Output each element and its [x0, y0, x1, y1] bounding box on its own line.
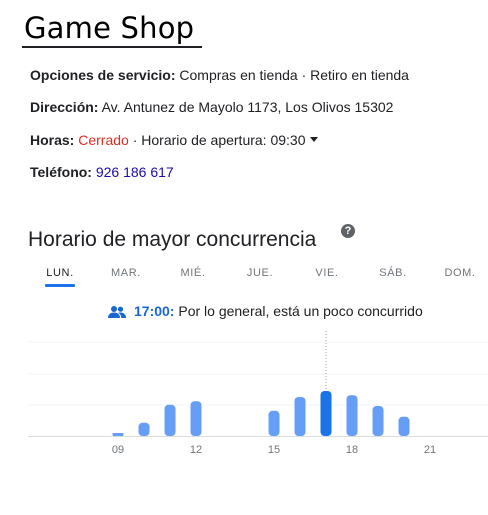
tab-viernes[interactable]: VIE. — [315, 267, 338, 279]
title-underline — [22, 46, 202, 48]
bar-19 — [372, 406, 384, 436]
service-options-label: Opciones de servicio: — [30, 67, 176, 83]
business-title: Game Shop — [24, 11, 195, 45]
people-icon — [108, 306, 126, 318]
hours-opening: · Horario de apertura: 09:30 — [128, 132, 306, 148]
bar-18 — [346, 395, 358, 436]
service-options-value: Compras en tienda · Retiro en tienda — [179, 67, 409, 83]
address-label: Dirección: — [30, 99, 99, 115]
tab-lunes[interactable]: LUN. — [46, 267, 73, 279]
bar-17 — [320, 391, 332, 436]
tick-label-15: 15 — [268, 444, 280, 456]
tick-label-12: 12 — [190, 444, 202, 456]
hours-status: Cerrado — [78, 132, 129, 148]
tab-martes[interactable]: MAR. — [111, 267, 141, 279]
help-icon[interactable]: ? — [341, 224, 355, 238]
bar-11 — [164, 404, 176, 436]
service-options-row: Opciones de servicio: Compras en tienda … — [30, 65, 409, 85]
bar-09 — [112, 433, 124, 436]
hours-label: Horas: — [30, 132, 75, 148]
tab-miercoles[interactable]: MIÉ. — [180, 267, 205, 279]
popular-times-chart: 09 12 15 18 21 — [28, 330, 488, 456]
hours-row[interactable]: Horas: Cerrado · Horario de apertura: 09… — [30, 130, 318, 150]
live-busyness: 17:00: Por lo general, está un poco conc… — [108, 303, 423, 319]
bar-20 — [398, 416, 410, 436]
tab-jueves[interactable]: JUE. — [247, 267, 273, 279]
bar-16 — [294, 397, 306, 436]
bar-12 — [190, 401, 202, 436]
tab-domingo[interactable]: DOM. — [444, 267, 475, 279]
bar-10 — [138, 422, 150, 436]
phone-link[interactable]: 926 186 617 — [96, 164, 174, 180]
active-tab-indicator — [45, 284, 75, 287]
live-description: Por lo general, está un poco concurrido — [174, 303, 423, 319]
bar-15 — [268, 410, 280, 436]
address-value[interactable]: Av. Antunez de Mayolo 1173, Los Olivos 1… — [102, 99, 394, 115]
tick-label-21: 21 — [424, 444, 436, 456]
tick-label-09: 09 — [112, 444, 124, 456]
chevron-down-icon[interactable] — [309, 137, 318, 142]
phone-row: Teléfono: 926 186 617 — [30, 162, 174, 182]
live-time: 17:00: — [134, 303, 175, 319]
phone-label: Teléfono: — [30, 164, 92, 180]
tab-sabado[interactable]: SÁB. — [379, 267, 406, 279]
tick-label-18: 18 — [346, 444, 358, 456]
address-row: Dirección: Av. Antunez de Mayolo 1173, L… — [30, 97, 393, 117]
day-tabs: LUN. MAR. MIÉ. JUE. VIE. SÁB. DOM. — [28, 267, 488, 289]
popular-times-title: Horario de mayor concurrencia — [28, 228, 317, 251]
